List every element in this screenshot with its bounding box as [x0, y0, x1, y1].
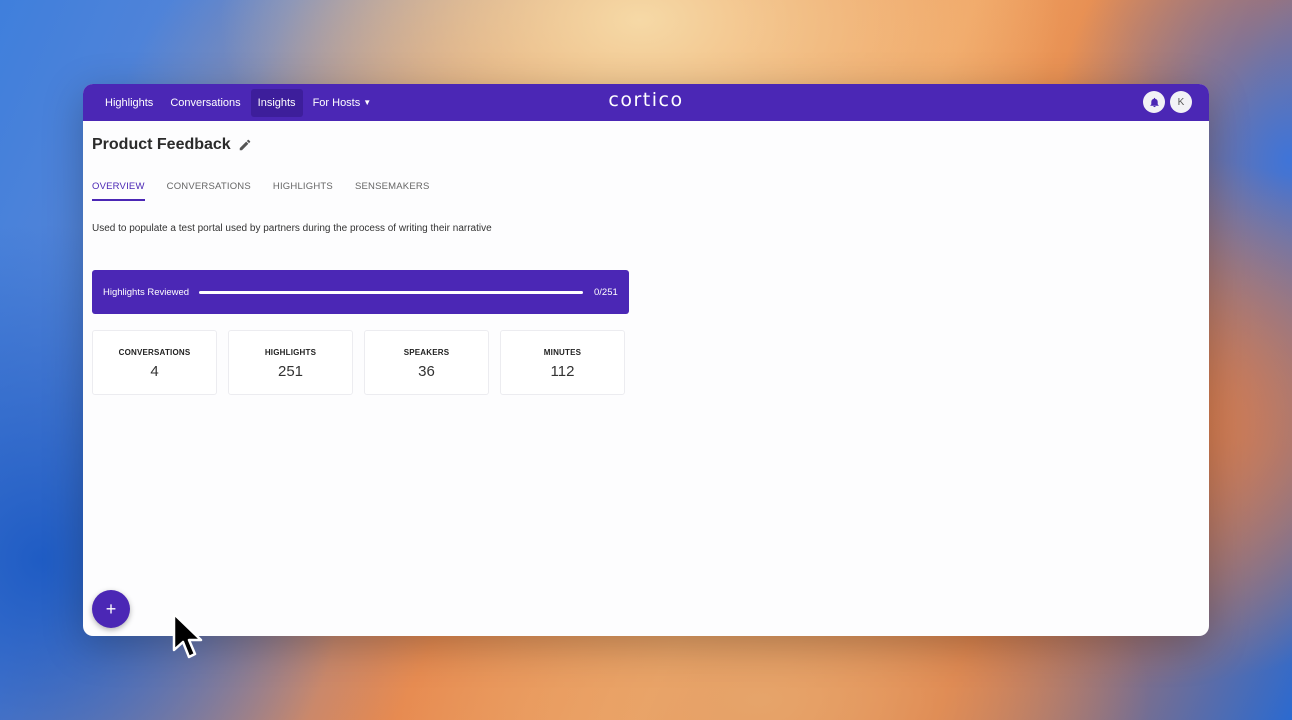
stats-row: CONVERSATIONS 4 HIGHLIGHTS 251 SPEAKERS …	[92, 330, 636, 395]
progress-bar	[199, 290, 583, 294]
stat-card-minutes: MINUTES 112	[500, 330, 625, 395]
stat-label: HIGHLIGHTS	[264, 348, 317, 357]
highlights-reviewed-card: Highlights Reviewed 0/251	[92, 270, 629, 314]
tab-highlights[interactable]: HIGHLIGHTS	[273, 181, 333, 201]
stat-card-speakers: SPEAKERS 36	[364, 330, 489, 395]
content-tabs: OVERVIEW CONVERSATIONS HIGHLIGHTS SENSEM…	[92, 181, 451, 201]
avatar-initial: K	[1177, 96, 1185, 108]
stat-label: MINUTES	[543, 348, 582, 357]
stat-label: SPEAKERS	[403, 348, 450, 357]
mouse-pointer-icon	[172, 612, 203, 659]
plus-icon: +	[105, 598, 117, 619]
pencil-icon[interactable]	[238, 138, 252, 152]
stat-value: 36	[418, 363, 435, 380]
stat-label: CONVERSATIONS	[118, 348, 191, 357]
stat-card-conversations: CONVERSATIONS 4	[92, 330, 217, 395]
nav-item-for-hosts[interactable]: For Hosts ▼	[306, 89, 379, 117]
progress-count: 0/251	[594, 286, 618, 298]
tab-overview[interactable]: OVERVIEW	[92, 181, 145, 201]
stat-card-highlights: HIGHLIGHTS 251	[228, 330, 353, 395]
page-header: Product Feedback	[92, 136, 252, 154]
app-window: Highlights Conversations Insights For Ho…	[83, 84, 1209, 636]
add-button[interactable]: +	[92, 590, 130, 628]
tab-conversations[interactable]: CONVERSATIONS	[167, 181, 251, 201]
tab-sensemakers[interactable]: SENSEMAKERS	[355, 181, 430, 201]
nav-item-insights[interactable]: Insights	[250, 88, 303, 117]
nav-item-label: Highlights	[105, 96, 154, 109]
collection-description: Used to populate a test portal used by p…	[92, 223, 492, 234]
nav-item-highlights[interactable]: Highlights	[98, 89, 160, 117]
stat-value: 251	[277, 363, 304, 380]
user-avatar[interactable]: K	[1170, 91, 1192, 113]
caret-down-icon: ▼	[363, 98, 372, 107]
notifications-button[interactable]	[1143, 91, 1165, 113]
stat-value: 112	[550, 363, 575, 380]
top-navigation-bar: Highlights Conversations Insights For Ho…	[83, 84, 1209, 121]
top-right-actions: K	[1138, 91, 1192, 113]
main-nav: Highlights Conversations Insights For Ho…	[98, 88, 381, 117]
nav-item-label: Insights	[257, 96, 296, 109]
nav-item-label: Conversations	[170, 96, 241, 109]
page-title: Product Feedback	[92, 136, 231, 153]
stat-value: 4	[150, 363, 159, 380]
progress-label: Highlights Reviewed	[103, 286, 190, 298]
nav-item-label: For Hosts	[312, 96, 361, 109]
nav-item-conversations[interactable]: Conversations	[163, 89, 247, 117]
bell-icon	[1149, 97, 1160, 108]
